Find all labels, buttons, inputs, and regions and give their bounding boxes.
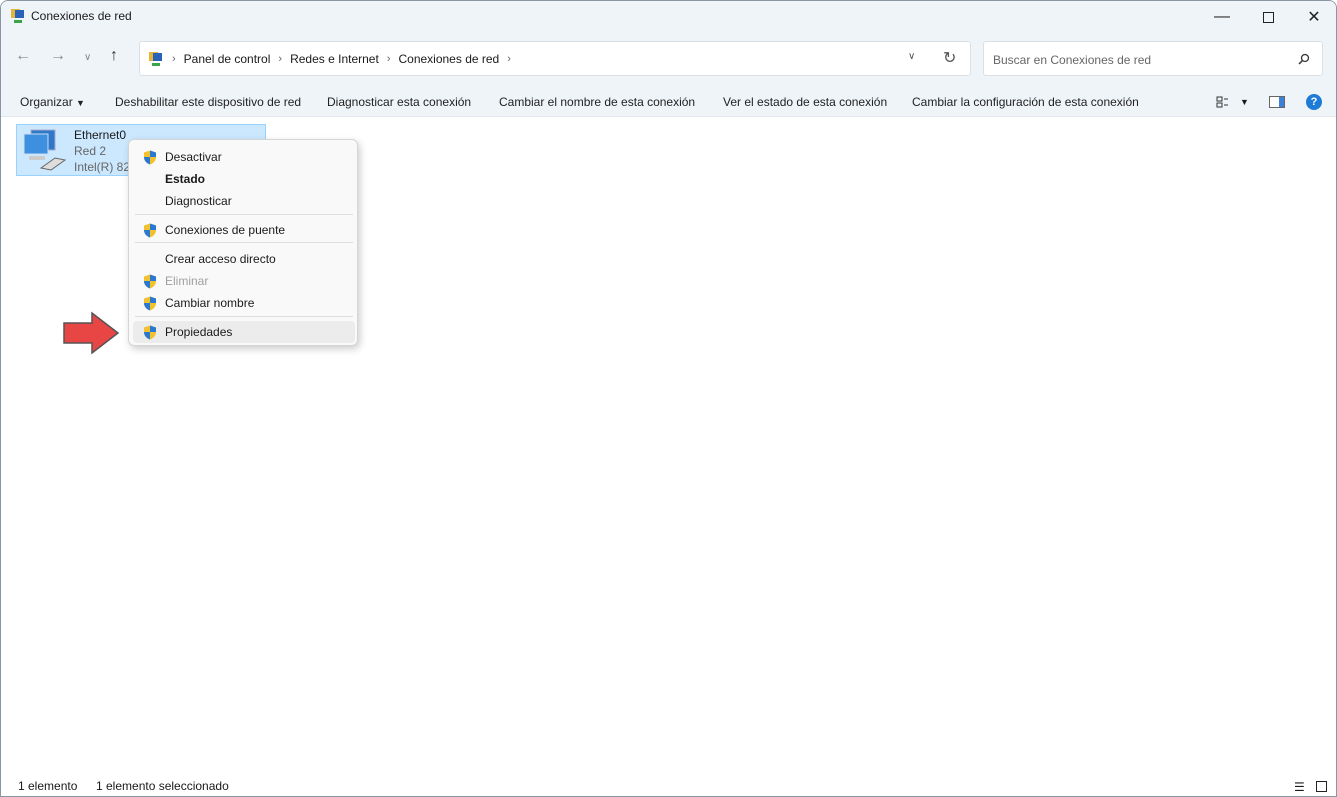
network-connections-icon [11,9,24,23]
organize-menu[interactable]: Organizar ▼ [20,95,85,109]
uac-shield-icon [144,150,156,165]
breadcrumb-conexiones-de-red[interactable]: Conexiones de red [398,52,499,66]
menu-item-label: Desactivar [165,150,222,164]
chevron-right-icon[interactable]: › [387,53,391,65]
window-title: Conexiones de red [31,9,132,23]
search-icon[interactable] [1298,53,1310,65]
breadcrumb-panel-de-control[interactable]: Panel de control [184,52,271,66]
menu-item-label: Conexiones de puente [165,223,286,237]
menu-separator [135,214,353,215]
menu-item-label: Cambiar nombre [165,296,255,310]
rename-button[interactable]: Cambiar el nombre de esta conexión [499,95,695,109]
menu-item-propiedades[interactable]: Propiedades [133,321,355,343]
menu-item-eliminar: Eliminar [133,270,355,292]
control-panel-icon [149,51,162,66]
menu-item-cambiar-nombre[interactable]: Cambiar nombre [133,292,355,314]
close-button[interactable]: ✕ [1291,1,1336,33]
connection-network: Red 2 [74,144,107,158]
forward-button[interactable]: → [50,47,66,65]
change-settings-button[interactable]: Cambiar la configuración de esta conexió… [912,95,1139,109]
chevron-right-icon[interactable]: › [507,53,511,65]
explorer-window: Conexiones de red — ✕ ← → ∨ ↑ › Panel de… [0,0,1337,797]
chevron-right-icon: › [172,52,176,65]
view-options-icon[interactable] [1216,96,1230,108]
address-bar[interactable]: › Panel de control › Redes e Internet › … [139,41,971,76]
status-selected-count: 1 elemento seleccionado [96,779,229,793]
menu-item-label: Propiedades [165,325,233,339]
view-status-button[interactable]: Ver el estado de esta conexión [723,95,887,109]
details-view-icon[interactable]: ☰ [1294,780,1305,794]
red-arrow-annotation [63,311,120,355]
tiles-view-icon[interactable] [1316,781,1327,792]
uac-shield-icon [144,274,156,289]
menu-item-label: Crear acceso directo [165,252,276,266]
diagnose-button[interactable]: Diagnosticar esta conexión [327,95,471,109]
up-button[interactable]: ↑ [110,47,118,65]
search-placeholder: Buscar en Conexiones de red [993,53,1152,67]
uac-shield-icon [144,223,156,238]
recent-dropdown[interactable]: ∨ [84,52,91,63]
disable-device-button[interactable]: Deshabilitar este dispositivo de red [115,95,301,109]
network-adapter-icon [23,129,67,171]
menu-item-conexiones-de-puente[interactable]: Conexiones de puente [133,219,355,241]
maximize-button[interactable] [1245,1,1291,33]
connection-name: Ethernet0 [74,128,127,142]
menu-item-label: Eliminar [165,274,209,288]
chevron-right-icon[interactable]: › [278,53,282,65]
context-menu: Desactivar Estado Diagnosticar Conexiones d… [128,139,358,346]
breadcrumb-redes-e-internet[interactable]: Redes e Internet [290,52,379,66]
menu-item-label: Diagnosticar [165,194,232,208]
search-input[interactable]: Buscar en Conexiones de red [983,41,1323,76]
menu-item-label: Estado [165,172,206,186]
menu-item-estado[interactable]: Estado [133,168,355,190]
menu-separator [135,242,353,243]
minimize-button[interactable]: — [1199,1,1245,33]
help-icon[interactable]: ? [1306,94,1322,110]
refresh-icon[interactable]: ↻ [943,48,956,68]
view-dropdown-icon[interactable]: ▼ [1240,97,1249,107]
preview-pane-icon[interactable] [1269,96,1285,108]
menu-separator [135,316,353,317]
uac-shield-icon [144,296,156,311]
menu-item-crear-acceso-directo[interactable]: Crear acceso directo [133,248,355,270]
menu-item-desactivar[interactable]: Desactivar [133,146,355,168]
back-button[interactable]: ← [15,47,31,65]
status-item-count: 1 elemento [18,779,78,793]
menu-item-diagnosticar[interactable]: Diagnosticar [133,190,355,212]
uac-shield-icon [144,325,156,340]
address-history-dropdown[interactable]: ∨ [908,51,915,62]
